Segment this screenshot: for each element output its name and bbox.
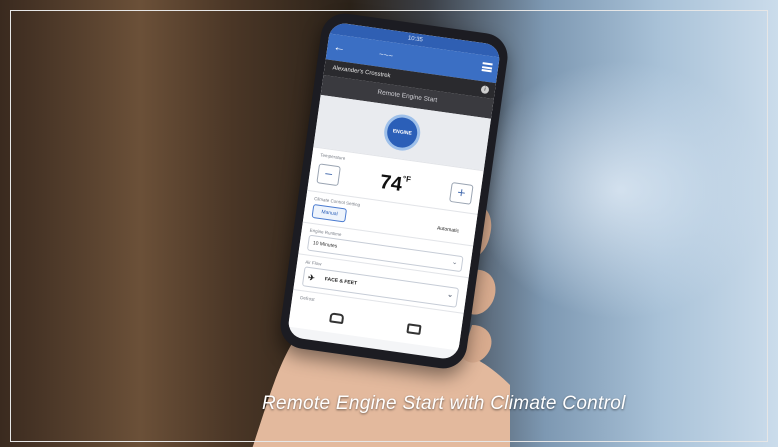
runtime-value: 10 Minutes	[312, 240, 338, 250]
caption-text: Remote Engine Start with Climate Control	[262, 393, 626, 414]
app-screen: 10:35 ← ~~~ Alexander's Crosstrek i Remo…	[286, 21, 502, 361]
background-photo: 10:35 ← ~~~ Alexander's Crosstrek i Remo…	[0, 0, 778, 447]
hamburger-menu-icon[interactable]	[481, 62, 493, 73]
mode-option-manual[interactable]: Manual	[311, 203, 348, 223]
temperature-increase-button[interactable]: +	[449, 181, 474, 205]
temperature-decrease-button[interactable]: −	[316, 163, 341, 187]
back-arrow-icon[interactable]: ←	[333, 39, 347, 55]
engine-start-button[interactable]: ENGINE START	[381, 112, 423, 166]
rear-defrost-icon[interactable]	[406, 323, 422, 336]
chevron-down-icon: ⌄	[446, 291, 454, 300]
temperature-unit: °F	[402, 173, 412, 184]
mode-option-automatic[interactable]: Automatic	[428, 221, 468, 238]
info-icon[interactable]: i	[480, 85, 490, 95]
brand-logo: ~~~	[378, 49, 394, 61]
window-light	[470, 60, 770, 320]
front-defrost-icon[interactable]	[329, 312, 345, 325]
airflow-icon: ✈	[307, 272, 316, 283]
airflow-value: FACE & FEET	[324, 276, 358, 287]
vehicle-name: Alexander's Crosstrek	[332, 65, 391, 80]
chevron-down-icon: ⌄	[451, 258, 459, 267]
